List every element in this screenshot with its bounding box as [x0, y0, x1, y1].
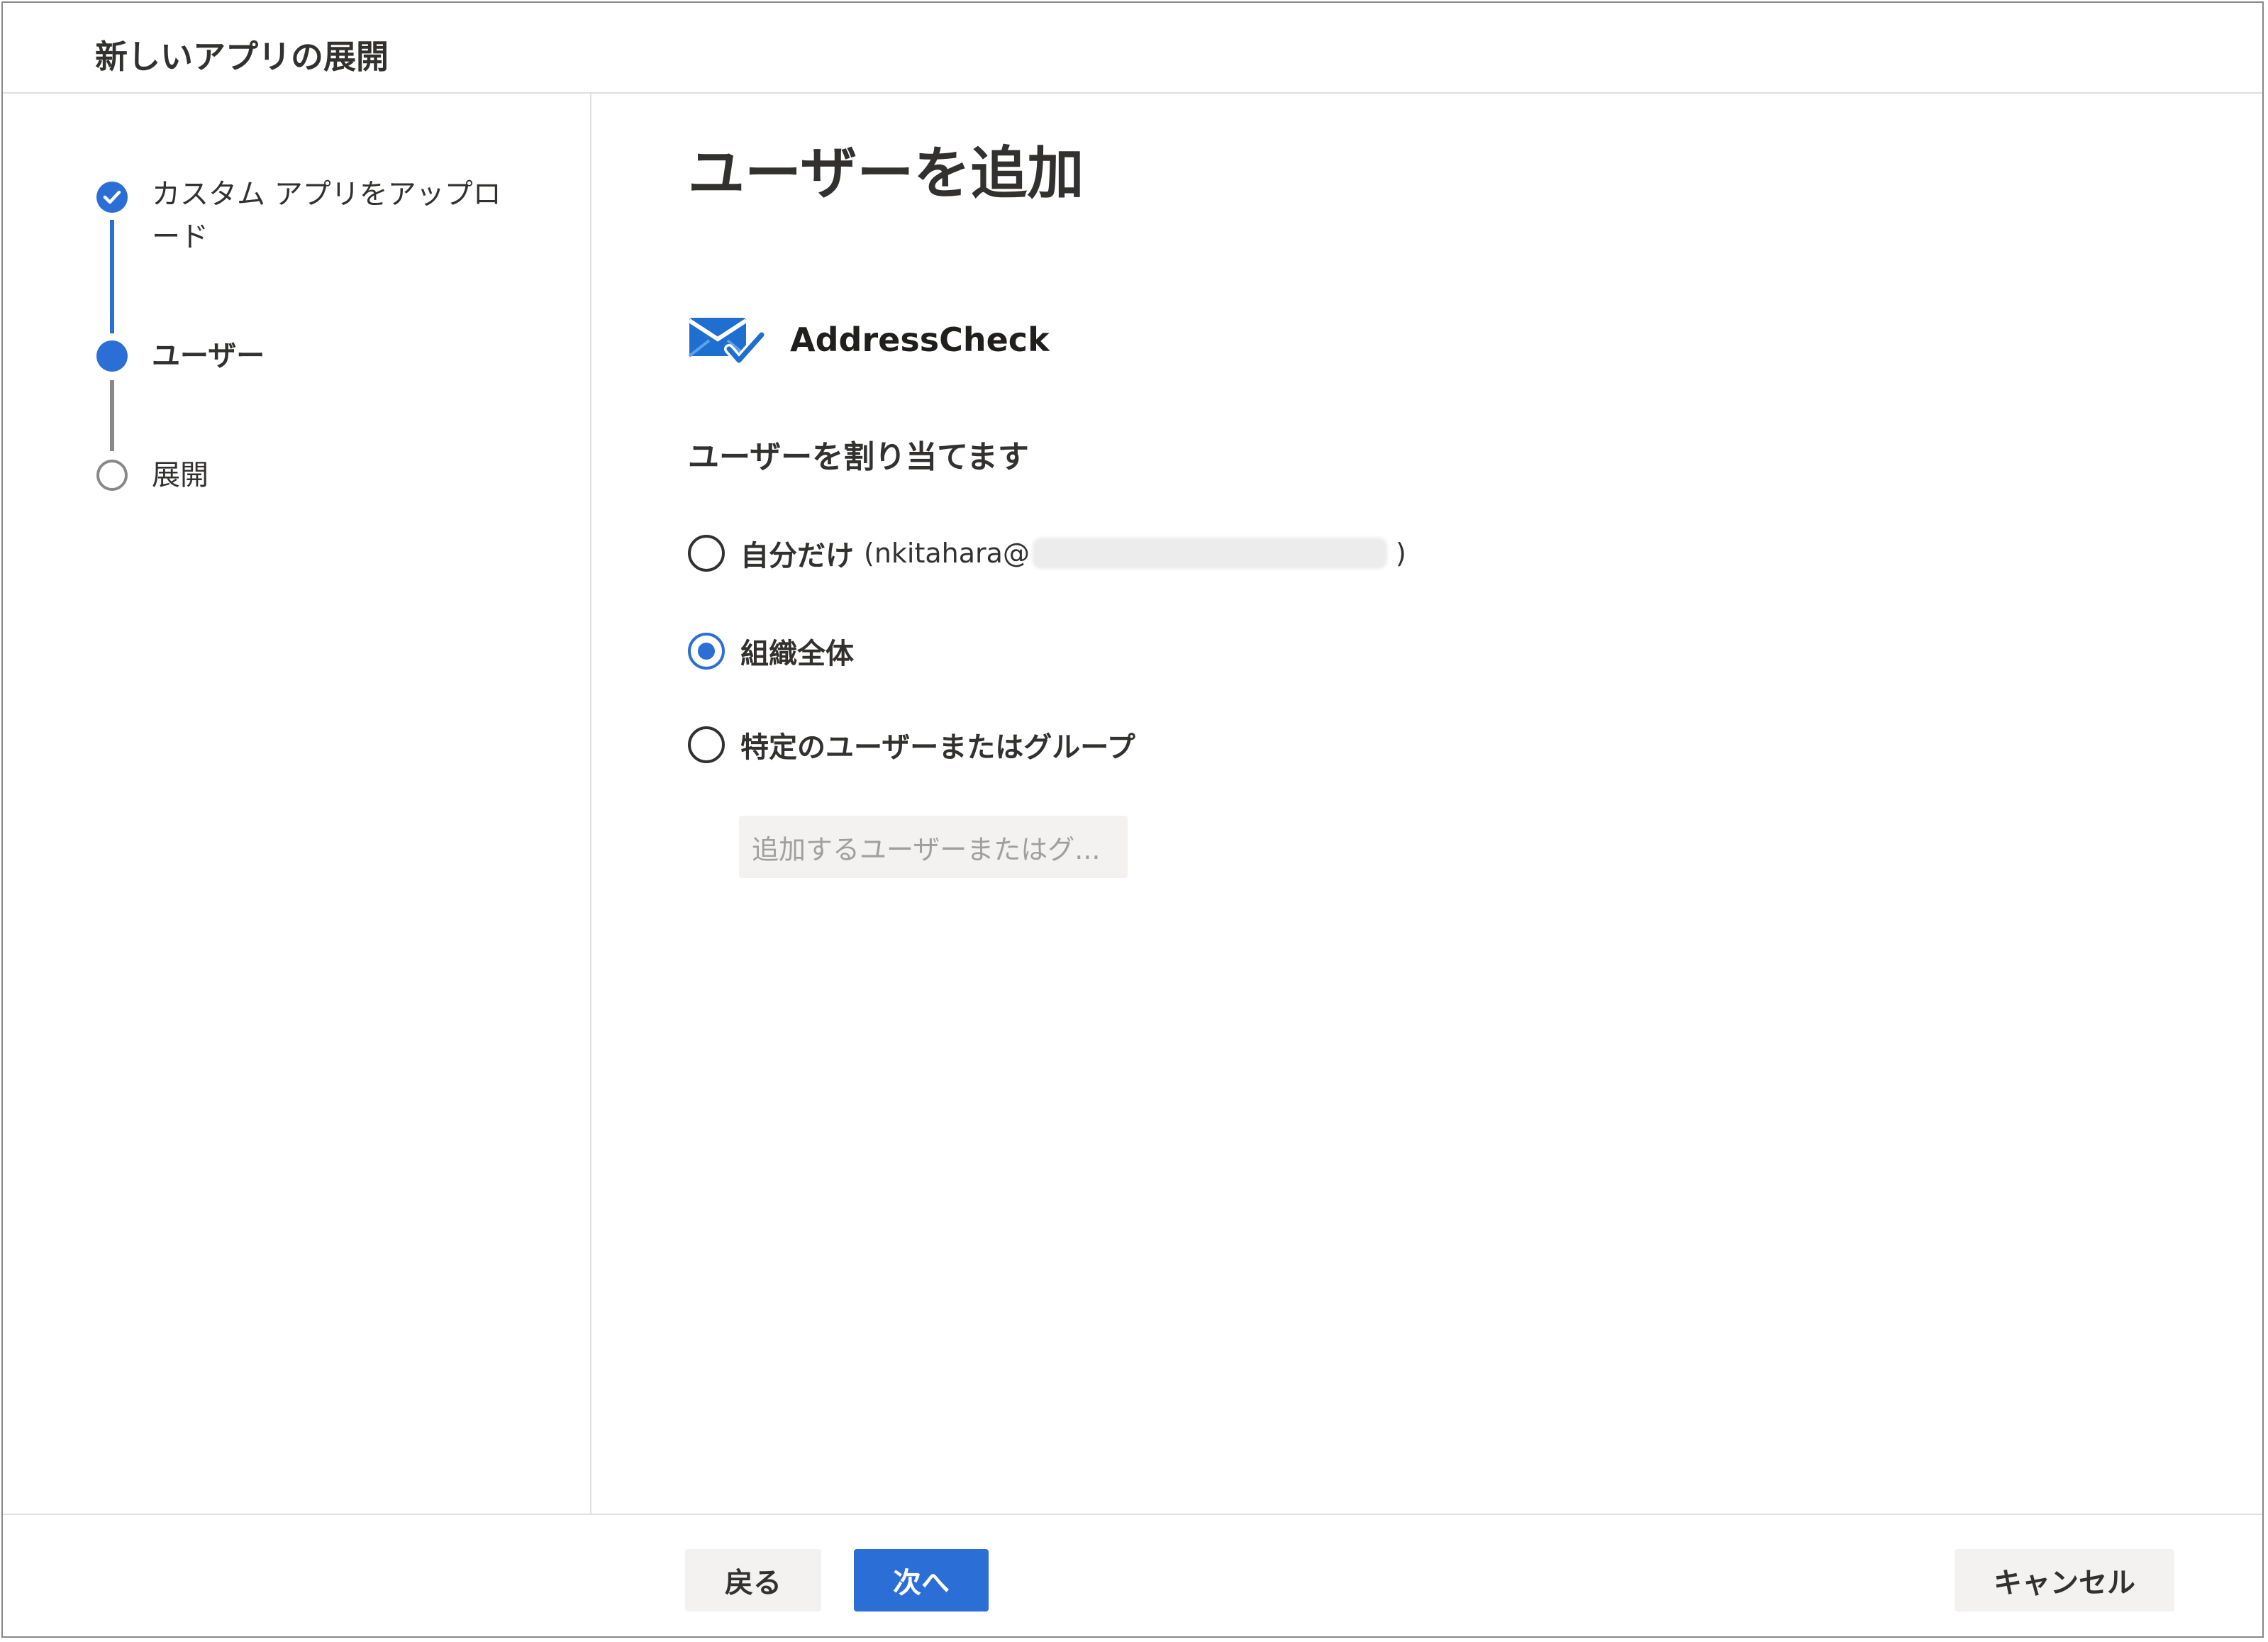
main-content: ユーザーを追加 AddressCheck ユーザーを割り当てます 自分だけ (n… [591, 94, 2262, 1514]
radio-entire-org[interactable] [688, 633, 725, 670]
page-title: ユーザーを追加 [688, 140, 1084, 206]
option-just-me-email-prefix: (nkitahara@ [864, 538, 1030, 569]
step-upload-label-line1: カスタム アプリをアップロ [152, 178, 501, 211]
option-just-me[interactable]: 自分だけ (nkitahara@ ) [688, 532, 1406, 575]
step-upload-label-line2: ード [152, 221, 209, 253]
assign-users-heading: ユーザーを割り当てます [688, 439, 1029, 475]
step-deploy-label: 展開 [152, 459, 209, 492]
next-button[interactable]: 次へ [854, 1549, 989, 1612]
dialog-title: 新しいアプリの展開 [95, 38, 389, 76]
step-upload-label: カスタム アプリをアップロ ード [152, 173, 501, 258]
back-button[interactable]: 戻る [685, 1549, 821, 1612]
redacted-email-domain [1032, 538, 1387, 569]
wizard-steps: カスタム アプリをアップロ ード ユーザー 展開 [3, 94, 591, 1514]
envelope-check-icon [688, 314, 767, 370]
option-entire-org[interactable]: 組織全体 [688, 630, 854, 672]
radio-selected-dot [698, 643, 715, 660]
step-current-dot-icon [96, 340, 128, 372]
user-group-picker[interactable]: 追加するユーザーまたはグ... [739, 816, 1128, 878]
step-users-label: ユーザー [152, 340, 265, 372]
deploy-app-dialog: 新しいアプリの展開 カスタム アプリをアップロ ード ユーザー 展開 ユーザーを… [1, 1, 2264, 1638]
step-connector-completed [110, 220, 114, 333]
option-specific-users-label: 特定のユーザーまたはグループ [740, 731, 1135, 764]
app-name: AddressCheck [790, 321, 1050, 359]
option-specific-users[interactable]: 特定のユーザーまたはグループ [688, 723, 1135, 766]
radio-specific-users[interactable] [688, 726, 725, 763]
dialog-footer: 戻る 次へ キャンセル [3, 1514, 2262, 1636]
step-connector-pending [110, 380, 114, 451]
radio-just-me[interactable] [688, 535, 725, 572]
option-entire-org-label: 組織全体 [740, 638, 854, 670]
option-just-me-label: 自分だけ [740, 540, 854, 572]
step-pending-circle-icon [96, 460, 128, 491]
step-completed-check-icon [96, 182, 128, 213]
user-group-picker-placeholder: 追加するユーザーまたはグ... [752, 833, 1101, 865]
cancel-button[interactable]: キャンセル [1955, 1549, 2174, 1612]
dialog-header: 新しいアプリの展開 [3, 3, 2262, 94]
option-just-me-email-suffix: ) [1395, 538, 1406, 569]
